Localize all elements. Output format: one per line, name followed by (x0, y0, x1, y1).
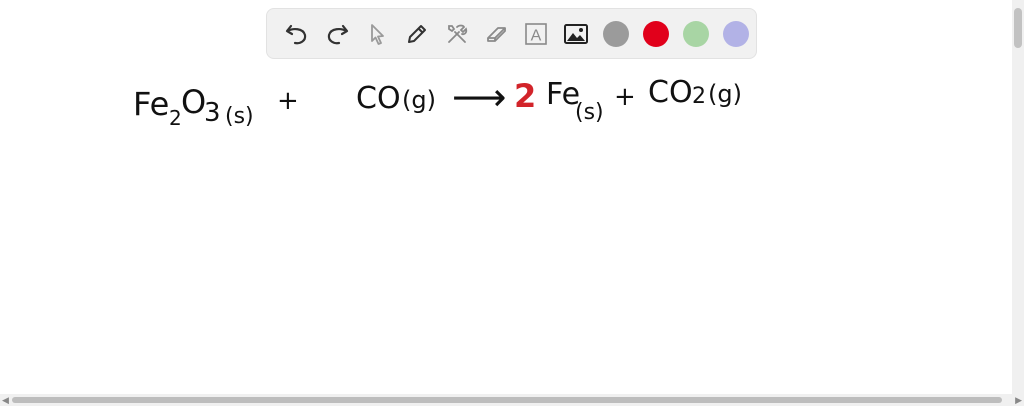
undo-icon (285, 24, 307, 44)
color-gray-swatch[interactable] (596, 14, 636, 54)
equation-plus-2: + (614, 82, 636, 112)
equation-fe2o3-o: O (181, 83, 207, 121)
redo-icon (327, 24, 348, 44)
undo-button[interactable] (277, 14, 317, 54)
scroll-right-icon[interactable]: ▶ (1015, 395, 1022, 406)
select-button[interactable] (357, 14, 397, 54)
equation-co-state: (g) (402, 86, 436, 114)
horizontal-scrollbar[interactable]: ◀ ▶ (0, 394, 1024, 406)
equation-fe-state: (s) (575, 100, 604, 125)
equation-fe2o3-fe: Fe (133, 85, 170, 123)
color-green-swatch[interactable] (676, 14, 716, 54)
drawing-toolbar: A (266, 8, 757, 59)
text-button[interactable]: A (517, 14, 557, 54)
equation-fe2o3-state: (s) (225, 104, 254, 129)
equation-co: CO (356, 81, 401, 116)
text-icon: A (525, 22, 548, 45)
color-green-dot (683, 20, 710, 47)
color-purple-dot (723, 20, 750, 47)
equation-arrow: ⟶ (452, 75, 507, 119)
tools-button[interactable] (437, 14, 477, 54)
horizontal-scrollbar-thumb[interactable] (12, 397, 1002, 403)
color-red-dot (643, 20, 670, 47)
redo-button[interactable] (317, 14, 357, 54)
text-icon-glyph: A (531, 27, 542, 44)
pointer-icon (370, 23, 384, 45)
equation-co2-state: (g) (708, 80, 742, 108)
scroll-left-icon[interactable]: ◀ (2, 395, 9, 406)
tools-icon (447, 24, 467, 43)
eraser-icon (486, 26, 506, 42)
whiteboard-canvas[interactable]: A Fe 2 O 3 (s) + CO (g) ⟶ 2 Fe (s) + CO … (0, 0, 1012, 394)
equation-fe2o3-three: 3 (204, 98, 221, 128)
equation-fe2o3-subscript: 2 (169, 106, 182, 130)
equation-co2: CO (648, 75, 693, 110)
image-icon (564, 23, 589, 44)
pencil-icon (407, 24, 426, 43)
color-red-swatch[interactable] (636, 14, 676, 54)
color-purple-swatch[interactable] (716, 14, 756, 54)
image-button[interactable] (556, 14, 596, 54)
color-gray-dot (603, 20, 630, 47)
vertical-scrollbar-thumb[interactable] (1014, 8, 1022, 48)
vertical-scrollbar[interactable] (1012, 0, 1024, 394)
equation-plus-1: + (277, 86, 299, 116)
equation-coefficient-fe: 2 (514, 77, 537, 115)
pencil-button[interactable] (397, 14, 437, 54)
eraser-button[interactable] (477, 14, 517, 54)
equation-co2-subscript: 2 (692, 84, 706, 109)
